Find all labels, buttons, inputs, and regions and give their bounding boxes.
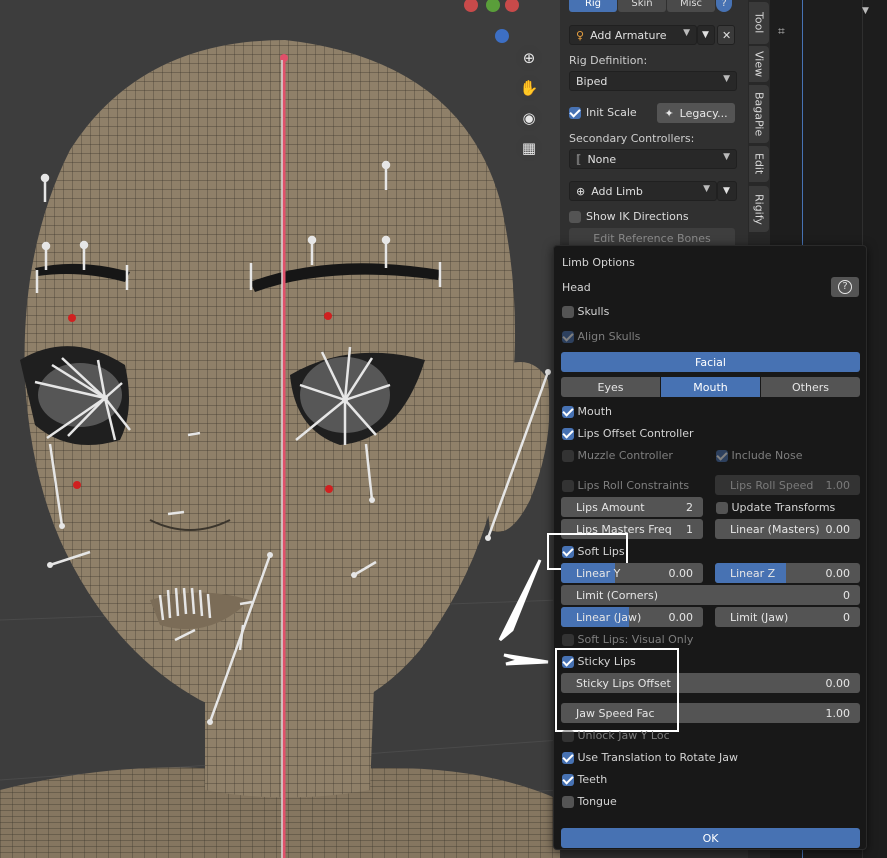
tab-eyes[interactable]: Eyes (561, 377, 660, 397)
lips-roll-speed-field[interactable]: Lips Roll Speed 1.00 (715, 475, 860, 495)
limb-menu-dropdown[interactable]: ▼ (717, 181, 737, 201)
add-limb-dropdown[interactable]: ⊕ Add Limb ▼ (569, 181, 717, 201)
align-skulls-checkbox[interactable]: Align Skulls (562, 330, 640, 343)
zoom-icon[interactable]: ⊕ (516, 45, 542, 71)
chevron-down-icon: ▼ (723, 186, 730, 196)
chevron-down-icon: ▼ (723, 152, 730, 162)
z-axis-gizmo[interactable] (495, 29, 509, 43)
unlock-jaw-y-loc-checkbox[interactable]: Unlock Jaw Y Loc (562, 729, 670, 742)
perspective-grid-icon[interactable]: ▦ (516, 135, 542, 161)
add-armature-dropdown[interactable]: ♀ Add Armature ▼ (569, 25, 697, 45)
update-transforms-checkbox[interactable]: Update Transforms (716, 501, 835, 514)
show-ik-directions-checkbox[interactable]: Show IK Directions (569, 210, 689, 223)
linear-y-slider[interactable]: Linear Y 0.00 (561, 563, 703, 583)
pan-hand-icon[interactable]: ✋ (516, 75, 542, 101)
ok-button[interactable]: OK (561, 828, 860, 848)
lips-roll-constraints-checkbox[interactable]: Lips Roll Constraints (562, 479, 689, 492)
limb-name: Head (562, 281, 591, 294)
tab-misc[interactable]: Misc (667, 0, 715, 12)
legacy-button[interactable]: ✦ Legacy... (657, 103, 735, 123)
chevron-down-icon: ▼ (683, 28, 690, 38)
plus-circle-icon: ⊕ (576, 184, 586, 198)
mouth-checkbox[interactable]: Mouth (562, 405, 612, 418)
linear-jaw-slider[interactable]: Linear (Jaw) 0.00 (561, 607, 703, 627)
tab-tool[interactable]: Tool (749, 2, 769, 44)
include-nose-checkbox[interactable]: Include Nose (716, 449, 803, 462)
popup-title: Limb Options (562, 256, 635, 269)
limb-options-popup: Limb Options Head ? Skulls Align Skulls … (547, 245, 867, 850)
chevron-down-icon[interactable]: ▼ (862, 6, 869, 16)
tab-skin[interactable]: Skin (618, 0, 666, 12)
checkbox-icon (569, 210, 581, 223)
soft-lips-visual-only-checkbox[interactable]: Soft Lips: Visual Only (562, 633, 693, 646)
linear-masters-field[interactable]: Linear (Masters) 0.00 (715, 519, 860, 539)
tongue-checkbox[interactable]: Tongue (562, 795, 617, 808)
armature-icon: ♀ (576, 28, 585, 42)
limit-jaw-field[interactable]: Limit (Jaw) 0 (715, 607, 860, 627)
chevron-down-icon: ▼ (703, 184, 710, 194)
chevron-down-icon: ▼ (723, 74, 730, 84)
muzzle-controller-checkbox[interactable]: Muzzle Controller (562, 449, 673, 462)
secondary-controllers-dropdown[interactable]: ⟦ None ▼ (569, 149, 737, 169)
lips-offset-controller-checkbox[interactable]: Lips Offset Controller (562, 427, 694, 440)
armature-menu-dropdown[interactable]: ▼ (697, 25, 715, 45)
bracket-icon: ⟦ (576, 152, 582, 166)
head-model (0, 40, 560, 858)
tab-rigify[interactable]: Rigify (749, 186, 769, 232)
use-translation-checkbox[interactable]: Use Translation to Rotate Jaw (562, 751, 738, 764)
help-button[interactable]: ? (831, 277, 859, 297)
init-scale-checkbox[interactable]: Init Scale (569, 106, 637, 119)
tab-bagapie[interactable]: BagaPie (749, 85, 769, 143)
tab-rig[interactable]: Rig (569, 0, 617, 12)
remove-armature-button[interactable]: ✕ (717, 25, 735, 45)
rig-definition-dropdown[interactable]: Biped ▼ (569, 71, 737, 91)
lips-amount-field[interactable]: Lips Amount 2 (561, 497, 703, 517)
linear-z-slider[interactable]: Linear Z 0.00 (715, 563, 860, 583)
rig-definition-label: Rig Definition: (569, 54, 648, 67)
camera-icon[interactable]: ◉ (516, 105, 542, 131)
help-icon: ? (838, 280, 852, 294)
limit-corners-field[interactable]: Limit (Corners) 0 (561, 585, 860, 605)
tab-edit[interactable]: Edit (749, 146, 769, 182)
tab-others[interactable]: Others (761, 377, 860, 397)
teeth-checkbox[interactable]: Teeth (562, 773, 607, 786)
tab-mouth[interactable]: Mouth (661, 377, 760, 397)
facial-button[interactable]: Facial (561, 352, 860, 372)
secondary-controllers-label: Secondary Controllers: (569, 132, 695, 145)
tab-view[interactable]: View (749, 46, 769, 82)
close-icon: ✕ (722, 28, 732, 42)
help-icon[interactable]: ? (716, 0, 732, 12)
rig-tabs: Rig Skin Misc ? (569, 0, 733, 12)
sparkle-icon: ✦ (664, 106, 674, 120)
chevron-down-icon: ▼ (702, 30, 709, 40)
checkbox-icon (569, 106, 581, 119)
3d-viewport[interactable]: ⊕ ✋ ◉ ▦ (0, 0, 560, 858)
skulls-checkbox[interactable]: Skulls (562, 305, 609, 318)
keyframe-icon[interactable]: ⌗ (778, 24, 785, 39)
